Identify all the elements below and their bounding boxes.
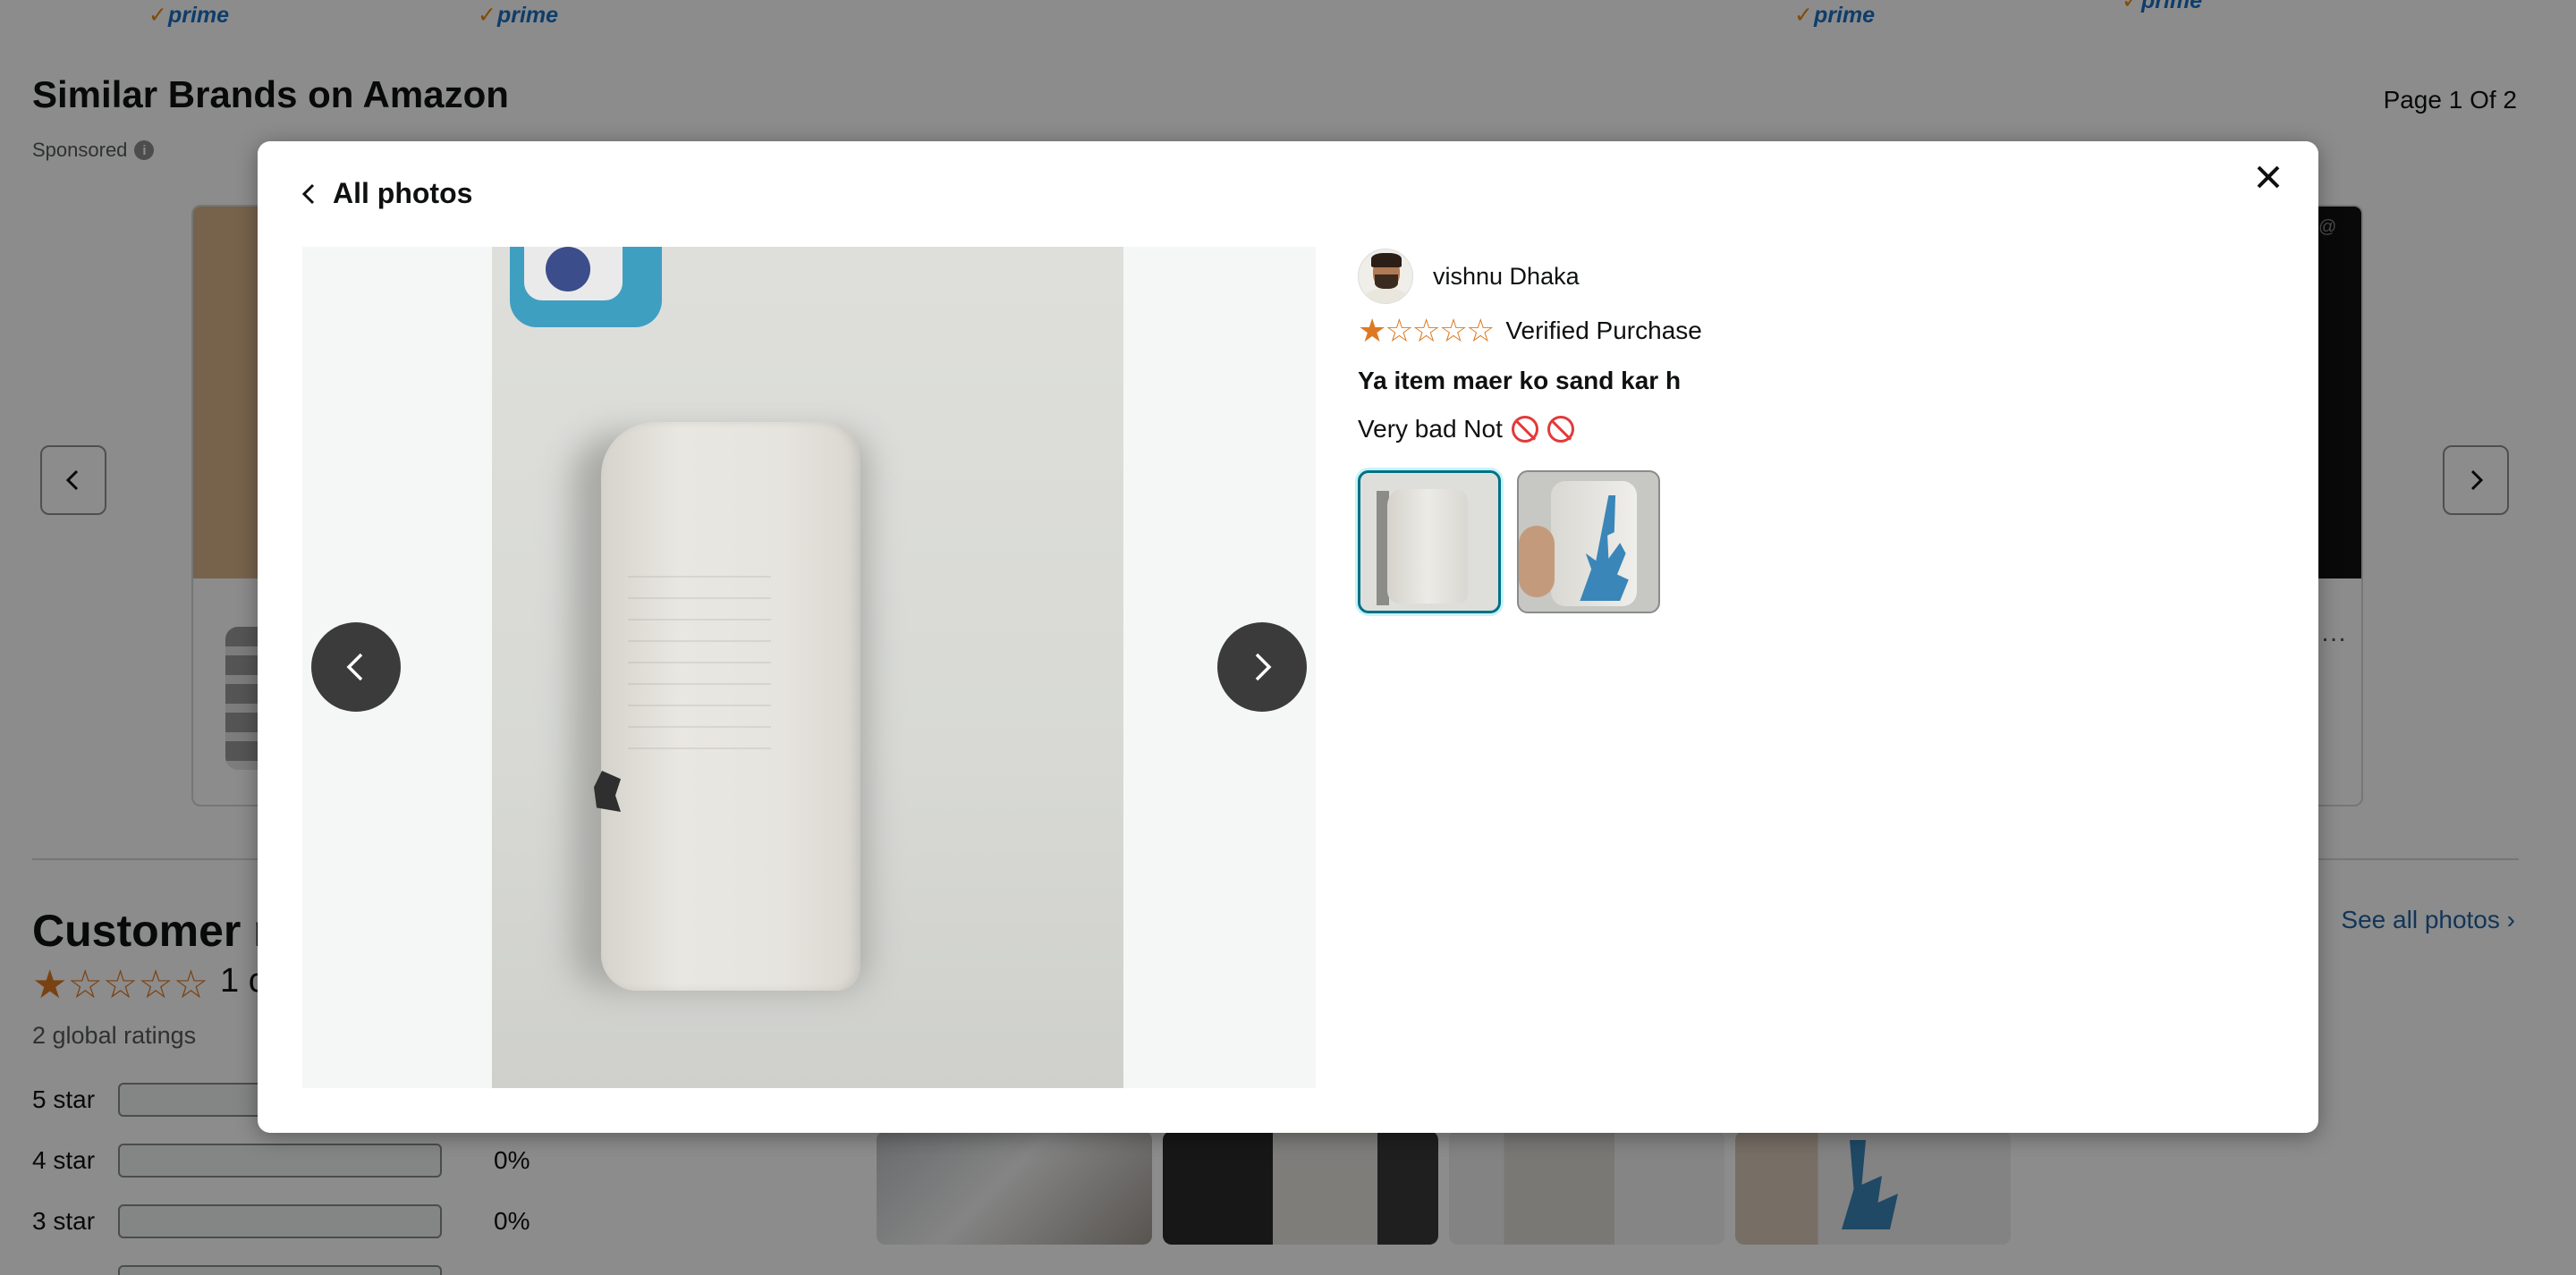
photo-viewer-modal: All photos vishnu Dhaka ★☆☆☆☆ Verified P… [258, 141, 2318, 1133]
next-photo-button[interactable] [1217, 622, 1307, 712]
review-thumbnail-2[interactable] [1517, 470, 1660, 613]
review-details: vishnu Dhaka ★☆☆☆☆ Verified Purchase Ya … [1358, 249, 2252, 613]
reviewer-profile[interactable]: vishnu Dhaka [1358, 249, 2252, 304]
verified-purchase-badge: Verified Purchase [1505, 317, 1702, 344]
all-photos-label: All photos [333, 177, 473, 209]
star-rating: ★☆☆☆☆ [1358, 312, 1495, 349]
review-rating-line: ★☆☆☆☆ Verified Purchase [1358, 315, 2252, 347]
prohibited-emoji-icon [1511, 416, 1538, 443]
review-thumbnail-strip [1358, 470, 2252, 613]
photo-viewer [302, 247, 1316, 1088]
close-icon [2257, 165, 2280, 189]
chevron-left-icon [301, 183, 315, 204]
all-photos-back-button[interactable]: All photos [299, 177, 472, 210]
previous-photo-button[interactable] [311, 622, 401, 712]
reviewer-name: vishnu Dhaka [1433, 262, 1580, 290]
review-thumbnail-1[interactable] [1358, 470, 1501, 613]
review-body: Very bad Not [1358, 415, 2252, 443]
chevron-right-icon [1255, 653, 1272, 681]
no-smoking-emoji-icon [1546, 416, 1574, 443]
chevron-left-icon [346, 653, 363, 681]
avatar [1358, 249, 1413, 304]
close-button[interactable] [2249, 157, 2288, 197]
review-photo-large [492, 247, 1123, 1088]
review-title: Ya item maer ko sand kar h [1358, 367, 1682, 394]
